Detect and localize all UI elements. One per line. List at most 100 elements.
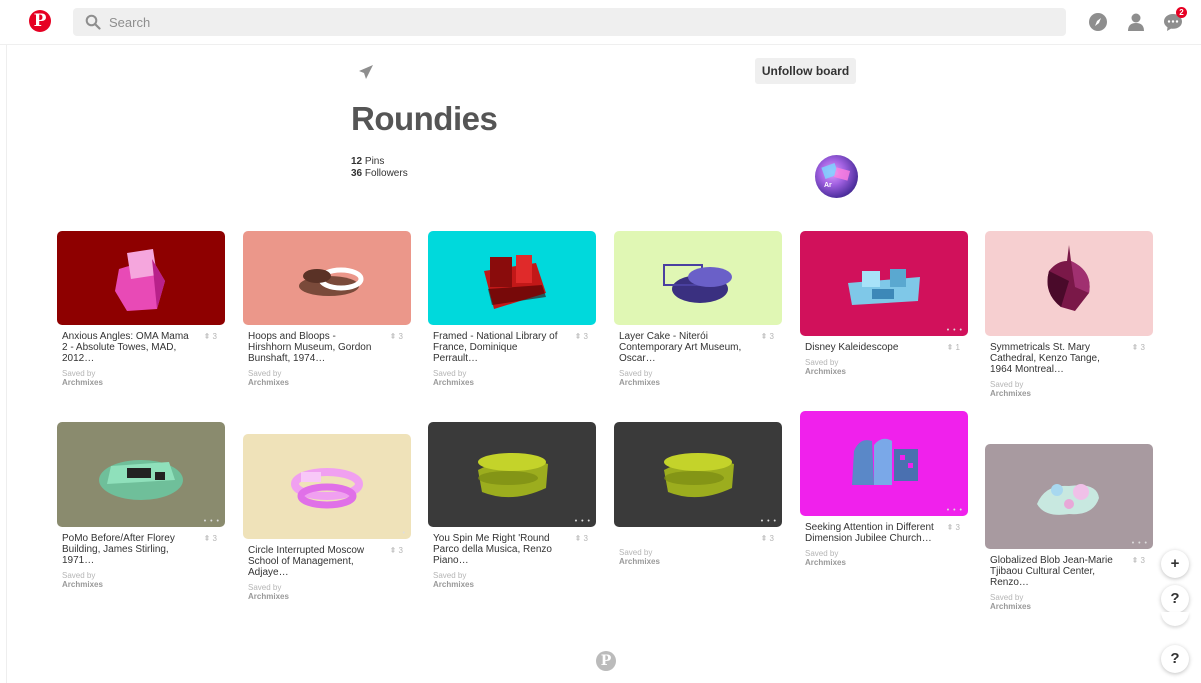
pin-more-dots[interactable]: •: [403, 530, 406, 537]
pin-title: Globalized Blob Jean-Marie Tjibaou Cultu…: [990, 555, 1113, 588]
pin-description[interactable]: Hoops and Bloops - Hirshhorn Museum, Gor…: [243, 331, 411, 364]
profile-icon[interactable]: [1125, 11, 1147, 33]
pin-owner-link[interactable]: Archmixes: [428, 580, 596, 590]
pin-title: Framed - National Library of France, Dom…: [433, 331, 558, 364]
repin-number: 3: [955, 523, 960, 532]
pin-image[interactable]: [985, 231, 1153, 336]
repin-number: 3: [212, 332, 217, 341]
pin-owner-link[interactable]: Archmixes: [614, 378, 782, 388]
pin-description[interactable]: Layer Cake - Niterói Contemporary Art Mu…: [614, 331, 782, 364]
pin-owner-link[interactable]: Archmixes: [243, 592, 411, 602]
pin-card[interactable]: Symmetricals St. Mary Cathedral, Kenzo T…: [985, 231, 1153, 399]
pinterest-logo-icon[interactable]: P: [29, 10, 51, 32]
pin-image[interactable]: • • •: [985, 444, 1153, 549]
board-owner-avatar[interactable]: Ar: [815, 155, 858, 198]
notification-badge: 2: [1176, 7, 1187, 18]
pin-card[interactable]: • • • PoMo Before/After Florey Building,…: [57, 422, 225, 590]
board-stats: 12 Pins 36 Followers: [351, 156, 408, 180]
pin-description[interactable]: Seeking Attention in Different Dimension…: [800, 522, 968, 544]
pin-owner-link[interactable]: Archmixes: [428, 378, 596, 388]
pin-more-dots[interactable]: • • •: [1132, 540, 1148, 547]
saved-by-label: Saved by: [990, 593, 1024, 602]
pin-owner-link[interactable]: Archmixes: [243, 378, 411, 388]
pin-card[interactable]: • • • ⇞ 3 Saved by Archmixes: [614, 422, 782, 567]
pin-image[interactable]: [57, 231, 225, 325]
pin-card[interactable]: • • • Globalized Blob Jean-Marie Tjibaou…: [985, 444, 1153, 612]
repin-number: 3: [769, 332, 774, 341]
pin-image[interactable]: • • •: [428, 422, 596, 527]
pin-description[interactable]: PoMo Before/After Florey Building, James…: [57, 533, 225, 566]
pin-more-dots[interactable]: • • •: [204, 518, 220, 525]
repin-count: ⇞ 3: [946, 523, 960, 532]
repin-count: ⇞ 3: [574, 534, 588, 543]
pin-card[interactable]: Framed - National Library of France, Dom…: [428, 231, 596, 388]
pin-owner-link[interactable]: Archmixes: [614, 557, 782, 567]
repin-number: 3: [583, 534, 588, 543]
send-board-icon[interactable]: [357, 63, 375, 81]
pin-description[interactable]: Globalized Blob Jean-Marie Tjibaou Cultu…: [985, 555, 1153, 588]
pin-title: Layer Cake - Niterói Contemporary Art Mu…: [619, 331, 742, 364]
saved-by-label: Saved by: [248, 583, 282, 592]
avatar-art: [821, 162, 851, 181]
pin-image[interactable]: •: [243, 434, 411, 539]
pin-more-dots[interactable]: • • •: [761, 518, 777, 525]
pin-card[interactable]: • • • Seeking Attention in Different Dim…: [800, 411, 968, 568]
pin-card[interactable]: Layer Cake - Niterói Contemporary Art Mu…: [614, 231, 782, 388]
followers-count-link[interactable]: 36 Followers: [351, 168, 408, 180]
saved-by-label: Saved by: [433, 369, 467, 378]
pin-description[interactable]: Circle Interrupted Moscow School of Mana…: [243, 545, 411, 578]
pin-card[interactable]: Anxious Angles: OMA Mama 2 - Absolute To…: [57, 231, 225, 388]
pin-description[interactable]: You Spin Me Right 'Round Parco della Mus…: [428, 533, 596, 566]
repin-number: 1: [955, 343, 960, 352]
explore-compass-icon[interactable]: [1087, 11, 1109, 33]
top-bar: P Search 2: [0, 0, 1201, 45]
repin-number: 3: [212, 534, 217, 543]
pins-label: Pins: [362, 156, 385, 167]
pin-image[interactable]: [428, 231, 596, 325]
pin-more-dots[interactable]: • • •: [575, 518, 591, 525]
repin-number: 3: [583, 332, 588, 341]
repin-count: ⇞ 3: [760, 534, 774, 543]
help-button-secondary[interactable]: ?: [1161, 645, 1189, 673]
pin-more-dots[interactable]: • • •: [947, 507, 963, 514]
saved-by-label: Saved by: [62, 369, 96, 378]
repin-count: ⇞ 3: [1131, 556, 1145, 565]
pin-description[interactable]: Symmetricals St. Mary Cathedral, Kenzo T…: [985, 342, 1153, 375]
pin-card[interactable]: • Circle Interrupted Moscow School of Ma…: [243, 434, 411, 602]
pin-owner-link[interactable]: Archmixes: [985, 389, 1153, 399]
pin-owner-link[interactable]: Archmixes: [57, 378, 225, 388]
unfollow-board-button[interactable]: Unfollow board: [755, 58, 856, 84]
repin-number: 3: [1140, 343, 1145, 352]
pin-card[interactable]: • • • Disney Kaleidescope ⇞ 1 Saved by Ar…: [800, 231, 968, 377]
pins-count-link[interactable]: 12 Pins: [351, 156, 408, 168]
pin-description[interactable]: Framed - National Library of France, Dom…: [428, 331, 596, 364]
repin-count: ⇞ 1: [946, 343, 960, 352]
pin-description[interactable]: ⇞ 3: [614, 533, 782, 543]
pin-owner-link[interactable]: Archmixes: [800, 558, 968, 568]
add-pin-button[interactable]: +: [1161, 550, 1189, 578]
pin-owner-link[interactable]: Archmixes: [800, 367, 968, 377]
footer-pinterest-icon[interactable]: P: [596, 651, 616, 671]
pin-owner-link[interactable]: Archmixes: [985, 602, 1153, 612]
pin-description[interactable]: Anxious Angles: OMA Mama 2 - Absolute To…: [57, 331, 225, 364]
pin-card[interactable]: • • • You Spin Me Right 'Round Parco del…: [428, 422, 596, 590]
pin-image[interactable]: • • •: [800, 411, 968, 516]
pin-description[interactable]: Disney Kaleidescope ⇞ 1: [800, 342, 968, 353]
repin-count: ⇞ 3: [760, 332, 774, 341]
help-button[interactable]: ?: [1161, 585, 1189, 613]
saved-by-label: Saved by: [805, 549, 839, 558]
pin-card[interactable]: Hoops and Bloops - Hirshhorn Museum, Gor…: [243, 231, 411, 388]
collapsed-panel[interactable]: [1161, 612, 1189, 626]
pin-title: Disney Kaleidescope: [805, 342, 899, 353]
pin-image[interactable]: [614, 231, 782, 325]
pin-image[interactable]: • • •: [57, 422, 225, 527]
repin-count: ⇞ 3: [203, 332, 217, 341]
repin-count: ⇞ 3: [389, 332, 403, 341]
pin-image[interactable]: [243, 231, 411, 325]
followers-count: 36: [351, 168, 363, 179]
search-bar[interactable]: Search: [73, 8, 1066, 36]
pin-image[interactable]: • • •: [614, 422, 782, 527]
pin-image[interactable]: • • •: [800, 231, 968, 336]
pin-owner-link[interactable]: Archmixes: [57, 580, 225, 590]
pin-more-dots[interactable]: • • •: [947, 327, 963, 334]
